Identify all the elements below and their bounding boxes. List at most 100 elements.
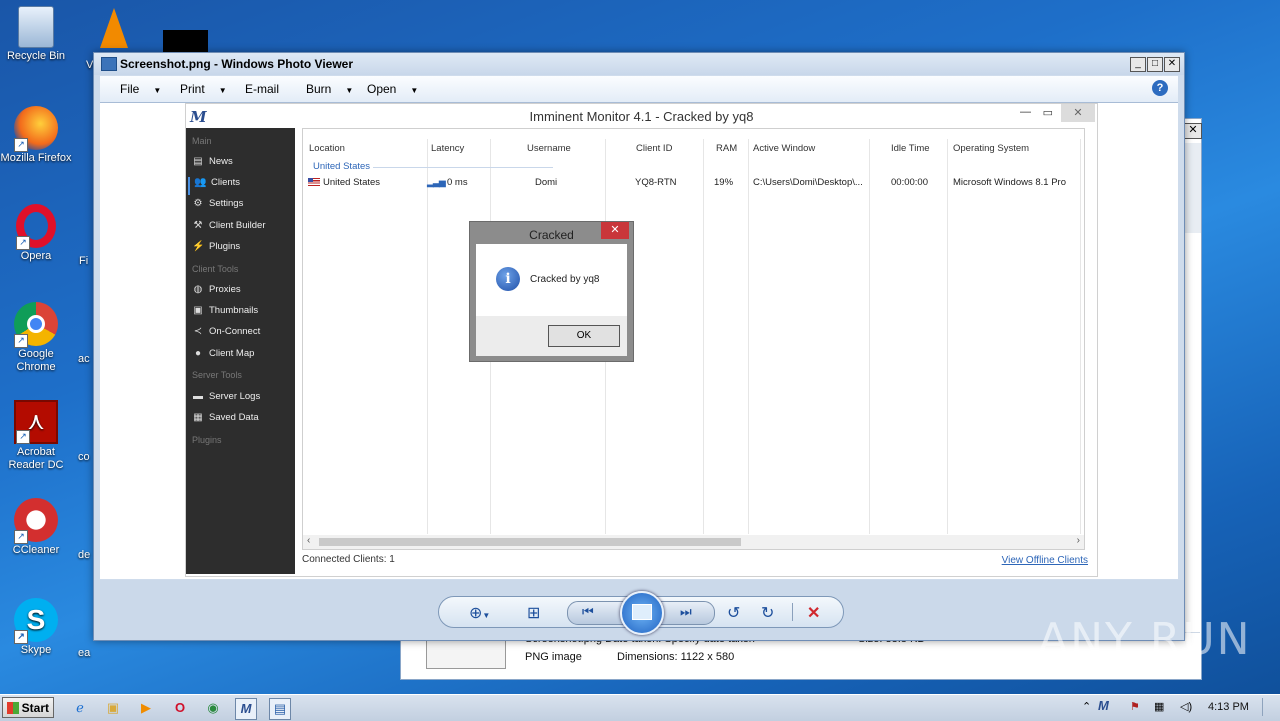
control-bar-area: ⊕▼ ⊞ ⏮ ⏭ ↺ ↻ ✕ (94, 580, 1184, 640)
help-icon[interactable]: ? (1152, 80, 1168, 96)
save-icon: ▦ (193, 412, 203, 423)
delete-icon[interactable]: ✕ (807, 603, 820, 623)
cell-location: United States (308, 177, 380, 188)
sidebar-item-clients: 👥 Clients (188, 177, 294, 195)
menu-open[interactable]: Open ▼ (367, 82, 418, 96)
action-center-icon[interactable]: ⚑ (1130, 700, 1140, 713)
vlc-icon[interactable] (100, 8, 128, 48)
slideshow-icon[interactable] (620, 591, 664, 635)
desktop-icon-ccleaner[interactable]: ↗ CCleaner (0, 498, 72, 557)
clock[interactable]: 4:13 PM (1208, 701, 1249, 713)
opera-icon: ↗ (16, 204, 56, 250)
rotate-left-icon[interactable]: ↺ (727, 603, 740, 623)
show-desktop-button[interactable] (1262, 698, 1277, 716)
desktop-icon-acrobat[interactable]: ⋏ ↗ Acrobat Reader DC (0, 400, 72, 472)
sidebar-section-server-tools: Server Tools (192, 370, 242, 380)
desktop-icon-label: CCleaner (12, 544, 60, 556)
ccleaner-icon: ↗ (14, 498, 58, 544)
column-header-latency: Latency (431, 143, 465, 154)
imminent-tray-icon[interactable]: M (1098, 698, 1109, 713)
zoom-icon[interactable]: ⊕▼ (469, 603, 490, 623)
opera-taskbar-icon[interactable]: O (170, 698, 190, 718)
rotate-right-icon[interactable]: ↻ (761, 603, 774, 623)
volume-icon[interactable]: ◁) (1180, 700, 1192, 713)
signal-icon: ▂▃▅ (427, 177, 446, 187)
cell-active-window: C:\Users\Domi\Desktop\... (753, 177, 863, 188)
anyrun-watermark: ANY RUN (1038, 614, 1252, 665)
im-title: Imminent Monitor 4.1 - Cracked by yq8 (529, 109, 754, 124)
desktop-icon-chrome[interactable]: ↗ Google Chrome (0, 302, 72, 374)
sidebar-section-plugins: Plugins (192, 435, 222, 445)
scrollbar[interactable] (1184, 143, 1201, 233)
sidebar-item-settings: ⚙ Settings (193, 198, 244, 209)
ie-icon[interactable]: ℯ (70, 698, 90, 718)
clients-table: Location Latency Username Client ID RAM … (302, 128, 1085, 550)
file-type: PNG image (525, 651, 582, 663)
im-title-bar: M Imminent Monitor 4.1 - Cracked by yq8 … (186, 104, 1097, 128)
news-icon: ▤ (193, 156, 203, 167)
menu-print[interactable]: Print ▼ (180, 82, 227, 96)
dialog-message: Cracked by yq8 (530, 274, 600, 285)
photo-viewer-icon (101, 57, 117, 71)
close-icon: ✕ (601, 222, 629, 239)
start-button[interactable]: Start (2, 697, 54, 718)
cell-idle-time: 00:00:00 (891, 177, 928, 188)
connected-clients-count: Connected Clients: 1 (302, 554, 395, 565)
close-icon[interactable]: ✕ (1184, 123, 1202, 139)
sidebar-item-proxies: ◍ Proxies (193, 284, 241, 295)
cell-client-id: YQ8-RTN (635, 177, 677, 188)
menu-burn[interactable]: Burn ▼ (306, 82, 353, 96)
minimize-icon: — (1020, 106, 1031, 118)
desktop-icon-skype[interactable]: S ↗ Skype (0, 598, 72, 657)
us-flag-icon (308, 178, 320, 187)
desktop-icon-label: Recycle Bin (6, 50, 66, 62)
maximize-button[interactable]: □ (1147, 57, 1163, 72)
acrobat-icon: ⋏ ↗ (14, 400, 58, 444)
windows-logo-icon (7, 702, 19, 714)
im-sidebar: Main ▤ News 👥 Clients ⚙ Settings ⚒ Client Bu… (186, 128, 295, 574)
desktop-icon-label: Google Chrome (16, 348, 56, 373)
cracked-dialog: Cracked ✕ i Cracked by yq8 OK (469, 221, 634, 362)
desktop-icon-label: Opera (20, 250, 52, 262)
sidebar-item-news: ▤ News (193, 156, 233, 167)
cell-latency: ▂▃▅ 0 ms (427, 177, 468, 188)
gear-icon: ⚙ (193, 198, 203, 209)
menu-file[interactable]: File ▼ (120, 82, 161, 96)
column-header-username: Username (527, 143, 571, 154)
sidebar-item-client-builder: ⚒ Client Builder (193, 220, 266, 231)
explorer-icon[interactable]: ▣ (103, 698, 123, 718)
desktop-partial-label: co (78, 451, 90, 463)
media-player-icon[interactable]: ▶ (136, 698, 156, 718)
sidebar-item-saved-data: ▦ Saved Data (193, 412, 259, 423)
taskbar: Start ℯ ▣ ▶ O ◉ M ▤ ⌃ M ⚑ ▦ ◁) 4:13 PM (0, 694, 1280, 721)
desktop-icon-opera[interactable]: ↗ Opera (0, 204, 72, 263)
chrome-taskbar-icon[interactable]: ◉ (203, 698, 223, 718)
menu-email[interactable]: E-mail (245, 82, 279, 96)
share-icon: ≺ (193, 326, 203, 337)
actual-size-icon[interactable]: ⊞ (527, 603, 540, 623)
next-icon[interactable]: ⏭ (680, 604, 692, 620)
desktop-partial-label: ea (78, 647, 91, 659)
minimize-button[interactable]: _ (1130, 57, 1146, 72)
skype-icon: S ↗ (14, 598, 58, 644)
desktop-icon-recycle-bin[interactable]: Recycle Bin (0, 6, 72, 63)
imminent-monitor-taskbar-icon[interactable]: M (235, 698, 257, 720)
users-icon: 👥 (194, 177, 207, 188)
network-icon[interactable]: ▦ (1154, 700, 1164, 713)
photo-viewer-taskbar-icon[interactable]: ▤ (269, 698, 291, 720)
previous-icon[interactable]: ⏮ (582, 604, 594, 620)
tray-expand-icon[interactable]: ⌃ (1082, 700, 1091, 713)
maximize-icon: ▭ (1042, 107, 1053, 119)
sidebar-item-server-logs: ▬ Server Logs (193, 391, 261, 402)
view-offline-clients-link: View Offline Clients (1001, 555, 1088, 566)
desktop-icon-label: Mozilla Firefox (0, 152, 72, 164)
title-bar[interactable]: Screenshot.png - Windows Photo Viewer _ … (94, 53, 1184, 75)
close-button[interactable]: ✕ (1164, 57, 1180, 72)
firefox-icon: ↗ (14, 106, 58, 152)
desktop-icon-label: Skype (20, 644, 52, 656)
chevron-down-icon: ▼ (153, 86, 162, 95)
column-header-client-id: Client ID (636, 143, 673, 154)
sidebar-item-plugins: ⚡ Plugins (192, 241, 241, 252)
desktop-icon-firefox[interactable]: ↗ Mozilla Firefox (0, 106, 72, 165)
hammer-icon: ⚒ (193, 220, 203, 231)
